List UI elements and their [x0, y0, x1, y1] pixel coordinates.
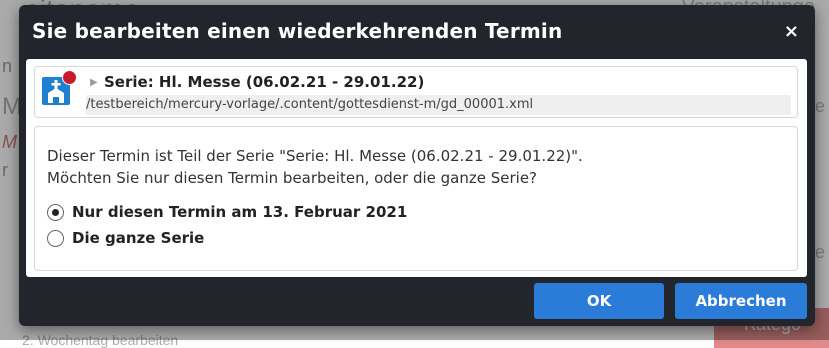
ok-button[interactable]: OK [534, 283, 664, 319]
message-line: Dieser Termin ist Teil der Serie "Serie:… [47, 147, 583, 165]
resource-title: Serie: Hl. Messe (06.02.21 - 29.01.22) [104, 73, 425, 91]
cancel-button[interactable]: Abbrechen [675, 283, 807, 319]
option-label: Die ganze Serie [72, 229, 205, 247]
message-line: Möchten Sie nur diesen Termin bearbeiten… [47, 169, 538, 187]
resource-path-text: /testbereich/mercury-vorlage/.content/go… [86, 97, 534, 112]
radio-button-checked[interactable] [47, 204, 64, 221]
recurring-event-dialog: Sie bearbeiten einen wiederkehrenden Ter… [19, 5, 815, 326]
option-label: Nur diesen Termin am 13. Februar 2021 [72, 203, 408, 221]
radio-button[interactable] [47, 230, 64, 247]
resource-info: ▶ Serie: Hl. Messe (06.02.21 - 29.01.22)… [34, 66, 798, 118]
dialog-body: ▶ Serie: Hl. Messe (06.02.21 - 29.01.22)… [26, 59, 807, 277]
dialog-header: Sie bearbeiten einen wiederkehrenden Ter… [19, 5, 815, 59]
dialog-title: Sie bearbeiten einen wiederkehrenden Ter… [32, 19, 563, 43]
dialog-message-box: Dieser Termin ist Teil der Serie "Serie:… [34, 126, 798, 271]
resource-path: /testbereich/mercury-vorlage/.content/go… [86, 95, 791, 115]
status-badge [62, 70, 77, 85]
chevron-right-icon[interactable]: ▶ [90, 77, 98, 88]
close-button[interactable]: × [784, 22, 799, 42]
close-icon: × [783, 21, 799, 42]
